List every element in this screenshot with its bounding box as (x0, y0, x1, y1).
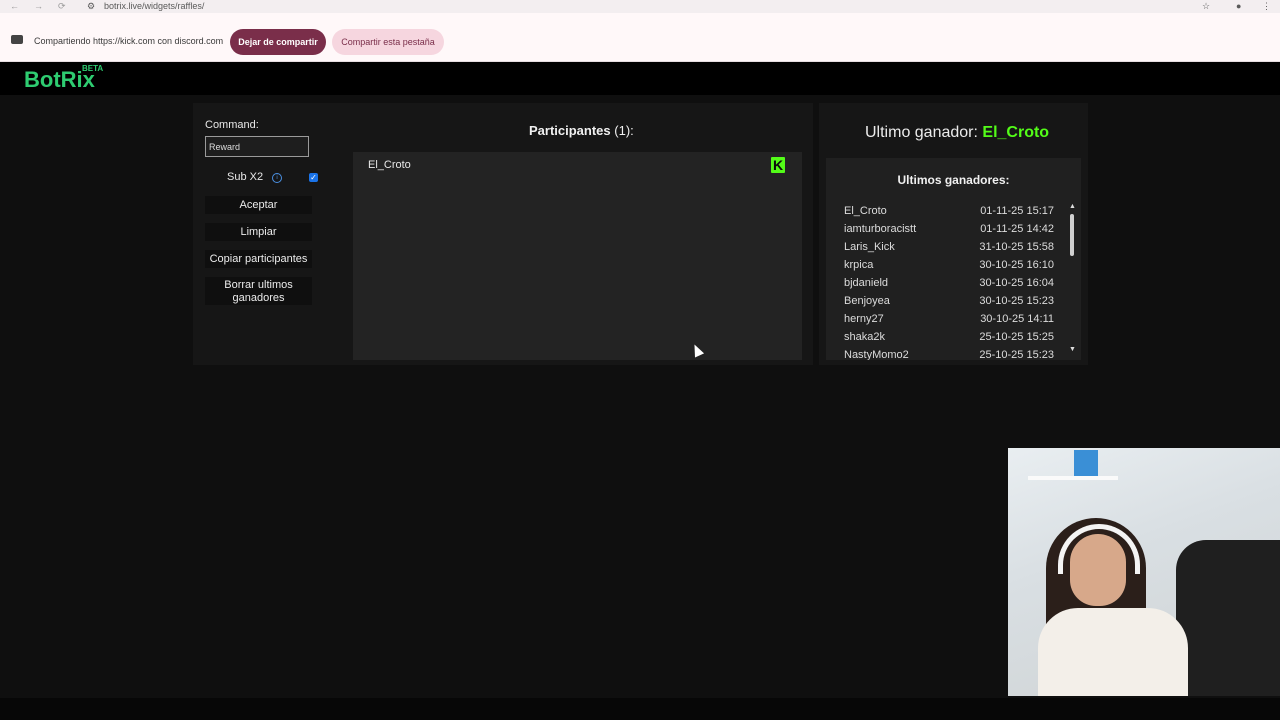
winner-row: iamturboracistt 01-11-25 14:42 (844, 223, 1054, 241)
winner-row: krpica 30-10-25 16:10 (844, 259, 1054, 277)
back-icon[interactable]: ← (10, 1, 19, 11)
forward-icon[interactable]: → (34, 1, 43, 11)
participant-name: El_Croto (368, 159, 411, 171)
winner-row-name: shaka2k (844, 331, 885, 343)
winner-row-date: 25-10-25 15:23 (979, 349, 1054, 360)
screen-share-bar: Compartiendo https://kick.com con discor… (0, 13, 1280, 62)
winner-row-name: El_Croto (844, 205, 887, 217)
winner-row: El_Croto 01-11-25 15:17 (844, 205, 1054, 223)
sub-x2-label: Sub X2 (227, 171, 264, 183)
webcam-picture-frame (1074, 450, 1098, 476)
winner-row-name: NastyMomo2 (844, 349, 909, 360)
copy-participants-button[interactable]: Copiar participantes (205, 250, 312, 268)
winner-row: shaka2k 25-10-25 15:25 (844, 331, 1054, 349)
webcam-overlay (1008, 448, 1280, 696)
winner-row-date: 25-10-25 15:25 (979, 331, 1054, 343)
kick-icon: K (771, 157, 785, 173)
winner-row-name: Benjoyea (844, 295, 890, 307)
info-icon[interactable]: i (272, 173, 282, 183)
command-label: Command: (205, 119, 259, 131)
winner-row-name: iamturboracistt (844, 223, 917, 235)
share-message: Compartiendo https://kick.com con discor… (34, 36, 224, 46)
winner-row-date: 30-10-25 15:23 (979, 295, 1054, 307)
participants-title: Participantes (1): (529, 123, 634, 138)
winner-row-date: 01-11-25 14:42 (980, 223, 1054, 235)
app-header: BotRix BETA (0, 62, 1280, 95)
clear-button[interactable]: Limpiar (205, 223, 312, 241)
last-winner-name: El_Croto (982, 124, 1050, 141)
bottom-strip (0, 698, 1280, 720)
delete-winners-button[interactable]: Borrar ultimos ganadores (205, 277, 312, 305)
winner-row: herny27 30-10-25 14:11 (844, 313, 1054, 331)
last-winner-heading: Ultimo ganador: El_Croto (865, 124, 1049, 142)
sub-x2-checkbox[interactable]: ✓ (309, 173, 318, 182)
site-settings-icon[interactable]: ⚙ (87, 1, 95, 12)
command-input[interactable] (205, 136, 309, 157)
winner-row-name: krpica (844, 259, 874, 271)
winner-row-name: herny27 (844, 313, 884, 325)
winner-row-name: Laris_Kick (844, 241, 895, 253)
winner-row-date: 31-10-25 15:58 (979, 241, 1054, 253)
browser-address-bar: ← → ⟳ ⚙ botrix.live/widgets/raffles/ ☆ ●… (0, 0, 1280, 13)
participants-title-text: Participantes (529, 123, 611, 138)
winner-row-date: 01-11-25 15:17 (980, 205, 1054, 217)
winner-row-date: 30-10-25 16:04 (979, 277, 1054, 289)
winner-row-name: bjdanield (844, 277, 889, 289)
winner-row-date: 30-10-25 14:11 (980, 313, 1054, 325)
bookmark-star-icon[interactable]: ☆ (1202, 1, 1210, 12)
stop-sharing-button[interactable]: Dejar de compartir (230, 29, 326, 55)
winner-row-date: 30-10-25 16:10 (979, 259, 1054, 271)
winners-panel: Ultimo ganador: El_Croto Ultimos ganador… (819, 103, 1088, 365)
scroll-down-icon[interactable]: ▼ (1069, 346, 1076, 353)
extension-icon[interactable]: ● (1236, 1, 1241, 11)
scroll-up-icon[interactable]: ▲ (1069, 203, 1076, 210)
participants-list: El_Croto K (353, 152, 802, 360)
recent-winners-list[interactable]: Ultimos ganadores: El_Croto 01-11-25 15:… (826, 158, 1081, 360)
scrollbar-thumb[interactable] (1070, 214, 1074, 256)
winner-row: bjdanield 30-10-25 16:04 (844, 277, 1054, 295)
webcam-shelf (1028, 476, 1118, 480)
winner-row: NastyMomo2 25-10-25 15:23 (844, 349, 1054, 360)
recent-winners-title: Ultimos ganadores: (897, 173, 1010, 187)
beta-badge: BETA (82, 64, 104, 73)
accept-button[interactable]: Aceptar (205, 196, 312, 214)
reload-icon[interactable]: ⟳ (58, 1, 66, 12)
menu-icon[interactable]: ⋮ (1262, 1, 1271, 12)
share-tab-button[interactable]: Compartir esta pestaña (332, 29, 444, 55)
raffle-panel: Command: Sub X2 i ✓ Aceptar Limpiar Copi… (193, 103, 813, 365)
url-field[interactable]: botrix.live/widgets/raffles/ (104, 1, 204, 11)
last-winner-label: Ultimo ganador: (865, 124, 978, 141)
webcam-chair (1176, 540, 1280, 696)
winner-row: Benjoyea 30-10-25 15:23 (844, 295, 1054, 313)
screen-share-icon (11, 35, 23, 44)
webcam-body (1038, 608, 1188, 696)
winner-row: Laris_Kick 31-10-25 15:58 (844, 241, 1054, 259)
participants-count: (1): (614, 123, 634, 138)
